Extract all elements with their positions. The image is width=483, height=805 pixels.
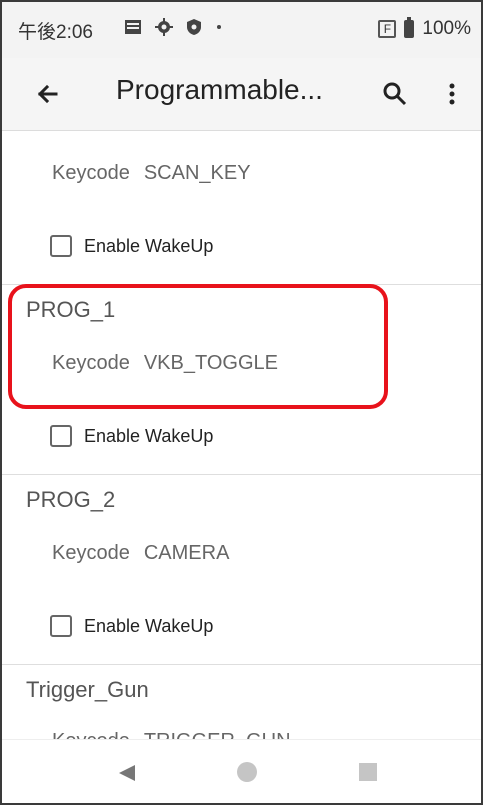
- highlight-annotation: [8, 284, 388, 409]
- dot-icon: [217, 25, 221, 29]
- battery-percent: 100%: [422, 18, 471, 39]
- checkbox-label: Enable WakeUp: [84, 425, 214, 446]
- nav-home-icon[interactable]: [237, 762, 257, 782]
- screen-frame: 午後2:06 F 100% Programmable... Keycode SC…: [0, 0, 483, 805]
- divider: [2, 474, 481, 475]
- checkbox-label: Enable WakeUp: [84, 615, 214, 636]
- status-right: F 100%: [378, 17, 471, 40]
- f-badge: F: [378, 20, 397, 38]
- section-header-prog-2: PROG_2: [26, 487, 116, 512]
- image-icon: [125, 20, 141, 34]
- keycode-value: SCAN_KEY: [143, 162, 251, 184]
- arrow-left-icon[interactable]: [30, 76, 66, 112]
- keycode-row[interactable]: Keycode SCAN_KEY: [52, 162, 251, 185]
- more-vertical-icon[interactable]: [442, 76, 462, 112]
- wakeup-row[interactable]: Enable WakeUp: [50, 615, 213, 637]
- gear-icon: [155, 18, 173, 36]
- divider: [2, 664, 481, 665]
- checkbox-label: Enable WakeUp: [84, 235, 214, 256]
- keycode-label: Keycode: [52, 162, 130, 184]
- wakeup-row[interactable]: Enable WakeUp: [50, 235, 213, 257]
- settings-list: Keycode SCAN_KEY Enable WakeUp PROG_1 Key…: [2, 131, 481, 739]
- keycode-row[interactable]: Keycode CAMERA: [52, 542, 229, 565]
- nav-recents-icon[interactable]: [359, 763, 377, 781]
- navigation-bar: [2, 739, 481, 803]
- status-time: 午後2:06: [18, 22, 93, 43]
- checkbox[interactable]: [50, 425, 72, 447]
- wakeup-row[interactable]: Enable WakeUp: [50, 425, 213, 447]
- battery-icon: [404, 17, 415, 38]
- checkbox[interactable]: [50, 615, 72, 637]
- nav-back-icon[interactable]: [117, 763, 137, 783]
- keycode-label: Keycode: [52, 730, 130, 739]
- app-bar: Programmable...: [2, 58, 481, 131]
- keycode-value: TRIGGER_GUN: [144, 730, 291, 739]
- keycode-label: Keycode: [52, 542, 130, 564]
- keycode-row[interactable]: Keycode TRIGGER_GUN: [52, 730, 291, 739]
- status-icons: [124, 18, 223, 36]
- shield-icon: [187, 19, 201, 35]
- status-bar: 午後2:06 F 100%: [2, 2, 481, 58]
- section-header-trigger-gun: Trigger_Gun: [26, 677, 149, 702]
- page-title: Programmable...: [116, 74, 323, 105]
- checkbox[interactable]: [50, 235, 72, 257]
- search-icon[interactable]: [377, 76, 413, 112]
- keycode-value: CAMERA: [143, 542, 230, 564]
